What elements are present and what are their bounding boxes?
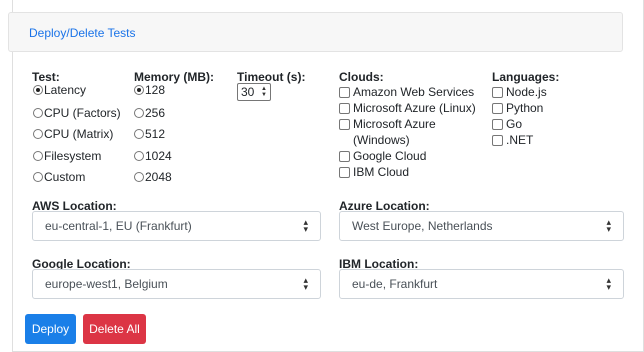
cloud-option-ibm[interactable]: IBM Cloud bbox=[339, 165, 409, 179]
cloud-option-azure-linux[interactable]: Microsoft Azure (Linux) bbox=[339, 101, 476, 115]
cloud-option-google[interactable]: Google Cloud bbox=[339, 149, 426, 163]
stepper-arrows-icon[interactable]: ▲ ▼ bbox=[260, 85, 268, 99]
radio-icon[interactable] bbox=[134, 172, 144, 182]
deploy-delete-tests-link[interactable]: Deploy/Delete Tests bbox=[29, 26, 136, 40]
checkbox-icon[interactable] bbox=[339, 86, 350, 98]
test-option-latency[interactable]: Latency bbox=[33, 83, 86, 97]
language-option-go[interactable]: Go bbox=[492, 117, 522, 131]
select-caret-icon: ▴ ▾ bbox=[606, 217, 611, 234]
delete-all-button[interactable]: Delete All bbox=[83, 314, 146, 344]
language-option-dotnet[interactable]: .NET bbox=[492, 133, 533, 147]
select-caret-icon: ▴ ▾ bbox=[606, 275, 611, 292]
test-option-cpu-factors[interactable]: CPU (Factors) bbox=[33, 106, 121, 120]
memory-option-128[interactable]: 128 bbox=[134, 83, 165, 97]
radio-icon[interactable] bbox=[33, 129, 43, 139]
cloud-option-azure-windows[interactable]: Microsoft Azure bbox=[339, 117, 436, 131]
cloud-option-aws[interactable]: Amazon Web Services bbox=[339, 85, 474, 99]
radio-icon[interactable] bbox=[33, 151, 43, 161]
ibm-location-select[interactable]: eu-de, Frankfurt ▴ ▾ bbox=[339, 269, 624, 299]
test-option-filesystem[interactable]: Filesystem bbox=[33, 149, 101, 163]
select-caret-icon: ▴ ▾ bbox=[303, 217, 308, 234]
card-header: Deploy/Delete Tests bbox=[8, 12, 623, 52]
radio-icon[interactable] bbox=[134, 85, 144, 95]
deploy-button[interactable]: Deploy bbox=[25, 314, 76, 344]
language-option-nodejs[interactable]: Node.js bbox=[492, 85, 547, 99]
test-option-custom[interactable]: Custom bbox=[33, 170, 85, 184]
checkbox-icon[interactable] bbox=[339, 102, 350, 114]
languages-label: Languages: bbox=[492, 70, 560, 84]
radio-icon[interactable] bbox=[33, 172, 43, 182]
radio-icon[interactable] bbox=[134, 151, 144, 161]
radio-icon[interactable] bbox=[33, 85, 43, 95]
language-option-python[interactable]: Python bbox=[492, 101, 543, 115]
timeout-stepper[interactable]: 30 ▲ ▼ bbox=[237, 83, 271, 101]
test-option-cpu-matrix[interactable]: CPU (Matrix) bbox=[33, 127, 113, 141]
radio-icon[interactable] bbox=[33, 108, 43, 118]
radio-icon[interactable] bbox=[134, 129, 144, 139]
test-label: Test: bbox=[32, 70, 60, 84]
memory-option-2048[interactable]: 2048 bbox=[134, 170, 172, 184]
google-location-select[interactable]: europe-west1, Belgium ▴ ▾ bbox=[32, 269, 321, 299]
timeout-value[interactable]: 30 bbox=[238, 85, 260, 99]
checkbox-icon[interactable] bbox=[339, 118, 350, 130]
checkbox-icon[interactable] bbox=[339, 166, 350, 178]
radio-icon[interactable] bbox=[134, 108, 144, 118]
clouds-label: Clouds: bbox=[339, 70, 384, 84]
timeout-label: Timeout (s): bbox=[237, 70, 306, 84]
checkbox-icon[interactable] bbox=[492, 102, 503, 114]
deploy-card bbox=[12, 0, 644, 352]
checkbox-icon[interactable] bbox=[492, 134, 503, 146]
aws-location-select[interactable]: eu-central-1, EU (Frankfurt) ▴ ▾ bbox=[32, 211, 321, 241]
memory-option-512[interactable]: 512 bbox=[134, 127, 165, 141]
azure-location-select[interactable]: West Europe, Netherlands ▴ ▾ bbox=[339, 211, 624, 241]
memory-option-256[interactable]: 256 bbox=[134, 106, 165, 120]
checkbox-icon[interactable] bbox=[339, 150, 350, 162]
cloud-option-azure-windows-line2: (Windows) bbox=[353, 133, 410, 147]
select-caret-icon: ▴ ▾ bbox=[303, 275, 308, 292]
checkbox-icon[interactable] bbox=[492, 86, 503, 98]
memory-label: Memory (MB): bbox=[134, 70, 214, 84]
checkbox-icon[interactable] bbox=[492, 118, 503, 130]
memory-option-1024[interactable]: 1024 bbox=[134, 149, 172, 163]
